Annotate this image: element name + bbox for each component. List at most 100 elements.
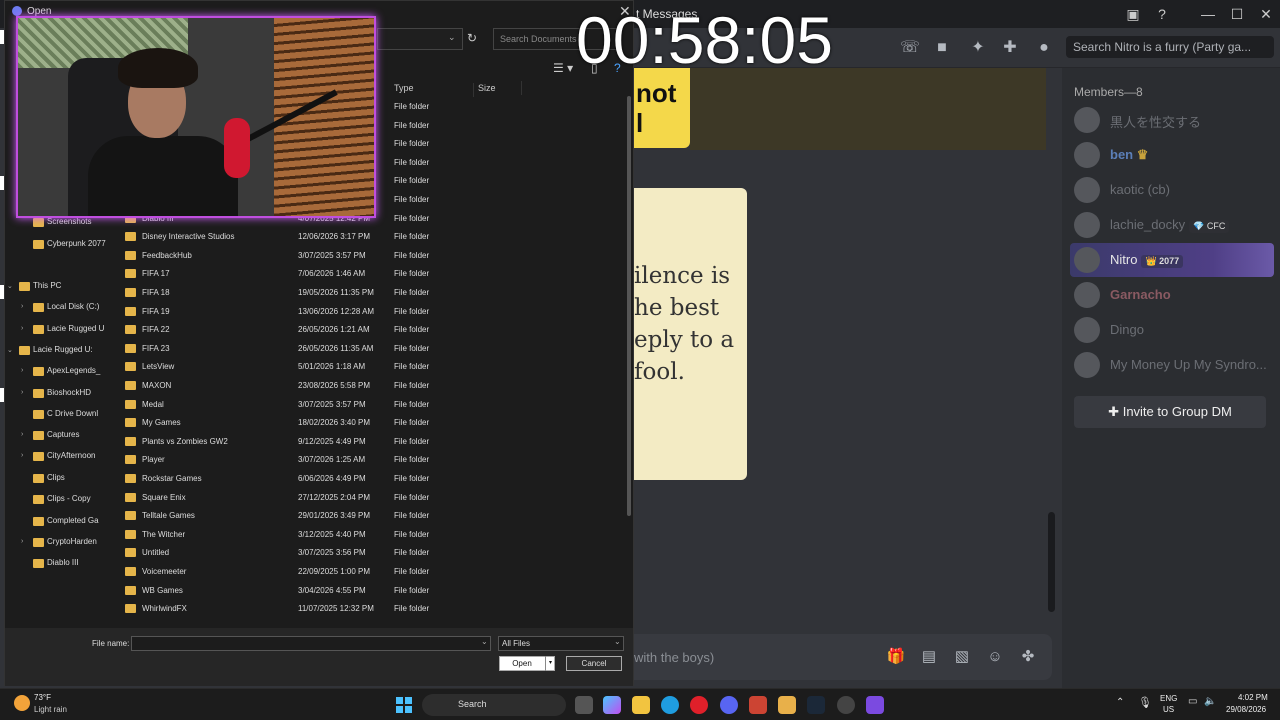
keyboard-layout-indicator[interactable]: US <box>1163 705 1174 714</box>
discord-icon[interactable] <box>720 696 738 714</box>
expand-chevron-icon[interactable]: › <box>21 431 23 438</box>
app-icon[interactable] <box>866 696 884 714</box>
nav-item[interactable]: ⌄ This PC <box>5 277 111 297</box>
emoji-icon[interactable]: ☺ <box>985 647 1005 667</box>
copilot-icon[interactable] <box>603 696 621 714</box>
expand-chevron-icon[interactable]: › <box>21 538 23 545</box>
table-row[interactable]: FIFA 17 7/06/2026 1:46 AM File folder <box>115 265 627 283</box>
nav-item[interactable]: › Lacie Rugged U <box>5 320 111 340</box>
member-item[interactable]: Dingo <box>1070 313 1274 347</box>
file-type-select[interactable]: All Files <box>498 636 624 651</box>
expand-chevron-icon[interactable]: › <box>21 325 23 332</box>
start-button[interactable] <box>396 697 412 713</box>
chevron-down-icon[interactable]: ⌄ <box>448 32 456 43</box>
taskbar-search[interactable]: Search <box>422 694 566 716</box>
nav-item[interactable]: › CryptoHarden <box>5 533 111 553</box>
nav-item[interactable]: Cyberpunk 2077 <box>5 235 111 255</box>
table-row[interactable]: Player 3/07/2026 1:25 AM File folder <box>115 451 627 469</box>
microphone-icon[interactable]: 🎙 <box>1138 696 1152 709</box>
member-item[interactable]: lachie_docky 💎 CFC <box>1070 208 1274 242</box>
nav-item[interactable]: Clips - Copy <box>5 490 111 510</box>
table-row[interactable]: FIFA 23 26/05/2026 11:35 AM File folder <box>115 340 627 358</box>
table-row[interactable]: MAXON 23/08/2026 5:58 PM File folder <box>115 377 627 395</box>
gift-icon[interactable]: 🎁 <box>886 647 906 667</box>
chat-image-top[interactable]: not l <box>634 68 690 148</box>
table-row[interactable]: FIFA 18 19/05/2026 11:35 PM File folder <box>115 284 627 302</box>
edge-browser-icon[interactable] <box>661 696 679 714</box>
video-call-icon[interactable]: ■ <box>932 38 952 58</box>
column-header-size[interactable]: Size <box>473 83 496 97</box>
network-icon[interactable]: ▭ <box>1188 696 1197 707</box>
help-icon[interactable]: ? <box>1151 4 1173 24</box>
expand-chevron-icon[interactable]: › <box>21 303 23 310</box>
table-row[interactable]: Medal 3/07/2025 3:57 PM File folder <box>115 396 627 414</box>
column-header-type[interactable]: Type <box>394 83 414 93</box>
call-icon[interactable]: ☏ <box>900 38 920 58</box>
chat-image-quote[interactable]: ilence is he best eply to a fool. <box>634 188 747 480</box>
nav-item[interactable]: › CityAfternoon <box>5 447 111 467</box>
minimize-button[interactable]: — <box>1197 4 1219 24</box>
weather-temperature[interactable]: 73°F <box>34 693 51 702</box>
expand-chevron-icon[interactable]: ⌄ <box>7 346 13 354</box>
nav-item[interactable]: ⌄ Lacie Rugged U: <box>5 341 111 361</box>
apps-icon[interactable]: ✤ <box>1018 647 1038 667</box>
clock-time[interactable]: 4:02 PM <box>1238 693 1268 702</box>
view-options-icon[interactable]: ☰ ▾ <box>553 61 573 75</box>
expand-chevron-icon[interactable]: › <box>21 367 23 374</box>
nav-item[interactable]: › Captures <box>5 426 111 446</box>
nav-item[interactable]: › Local Disk (C:) <box>5 298 111 318</box>
refresh-icon[interactable]: ↻ <box>467 31 477 45</box>
table-row[interactable]: My Games 18/02/2026 3:40 PM File folder <box>115 414 627 432</box>
task-view-icon[interactable] <box>575 696 593 714</box>
table-row[interactable]: LetsView 5/01/2026 1:18 AM File folder <box>115 358 627 376</box>
nav-item[interactable]: C Drive Downl <box>5 405 111 425</box>
cancel-button[interactable]: Cancel <box>566 656 622 671</box>
table-row[interactable]: Untitled 3/07/2025 3:56 PM File folder <box>115 544 627 562</box>
table-row[interactable]: WB Games 3/04/2026 4:55 PM File folder <box>115 582 627 600</box>
member-item[interactable]: kaotic (cb) <box>1070 173 1274 207</box>
close-button[interactable]: ✕ <box>1255 4 1277 24</box>
member-list-icon[interactable]: ● <box>1034 38 1054 58</box>
member-item-active[interactable]: Nitro 👑 2077 <box>1070 243 1274 277</box>
chevron-down-icon[interactable]: ⌄ <box>614 637 621 646</box>
gif-icon[interactable]: ▤ <box>919 647 939 667</box>
table-row[interactable]: WhirlwindFX 11/07/2025 12:32 PM File folde… <box>115 600 627 618</box>
expand-chevron-icon[interactable]: › <box>21 389 23 396</box>
member-item[interactable]: 黒人を性交する <box>1070 103 1274 137</box>
nav-item[interactable]: Completed Ga <box>5 512 111 532</box>
expand-chevron-icon[interactable]: ⌄ <box>7 282 13 290</box>
pinned-messages-icon[interactable]: ✦ <box>968 38 988 58</box>
expand-chevron-icon[interactable]: › <box>21 452 23 459</box>
table-row[interactable]: FIFA 19 13/06/2026 12:28 AM File folder <box>115 303 627 321</box>
table-row[interactable]: Rockstar Games 6/06/2026 4:49 PM File fold… <box>115 470 627 488</box>
app-icon[interactable] <box>778 696 796 714</box>
table-row[interactable]: FIFA 22 26/05/2026 1:21 AM File folder <box>115 321 627 339</box>
nav-item[interactable]: Clips <box>5 469 111 489</box>
volume-icon[interactable]: 🔈 <box>1204 696 1216 707</box>
address-bar[interactable]: ⌄ <box>377 28 463 50</box>
table-row[interactable]: Plants vs Zombies GW2 9/12/2025 4:49 PM Fi… <box>115 433 627 451</box>
member-item[interactable]: ben ♛ <box>1070 138 1274 172</box>
maximize-button[interactable]: ☐ <box>1226 4 1248 24</box>
message-input[interactable]: with the boys) 🎁 ▤ ▧ ☺ ✤ <box>634 634 1052 680</box>
nav-item[interactable]: › BioshockHD <box>5 384 111 404</box>
file-explorer-icon[interactable] <box>632 696 650 714</box>
weather-description[interactable]: Light rain <box>34 705 67 714</box>
inbox-icon[interactable]: ▣ <box>1122 4 1144 24</box>
weather-icon[interactable] <box>14 695 30 711</box>
chat-scrollbar[interactable] <box>1048 512 1055 612</box>
table-row[interactable]: Voicemeeter 22/09/2025 1:00 PM File folder <box>115 563 627 581</box>
sticker-icon[interactable]: ▧ <box>952 647 972 667</box>
clock-date[interactable]: 29/08/2026 <box>1226 705 1266 714</box>
app-icon[interactable] <box>837 696 855 714</box>
add-friends-icon[interactable]: ✚ <box>1000 38 1020 58</box>
chevron-down-icon[interactable]: ⌄ <box>481 637 488 646</box>
chevron-up-icon[interactable]: ⌃ <box>1116 697 1124 708</box>
open-split-dropdown[interactable]: ▾ <box>545 656 555 671</box>
member-item[interactable]: Garnacho <box>1070 278 1274 312</box>
app-icon[interactable] <box>749 696 767 714</box>
nav-item[interactable]: › ApexLegends_ <box>5 362 111 382</box>
invite-to-group-dm-button[interactable]: ✚ Invite to Group DM <box>1074 396 1266 428</box>
language-indicator[interactable]: ENG <box>1160 694 1177 703</box>
table-row[interactable]: FeedbackHub 3/07/2025 3:57 PM File folder <box>115 247 627 265</box>
